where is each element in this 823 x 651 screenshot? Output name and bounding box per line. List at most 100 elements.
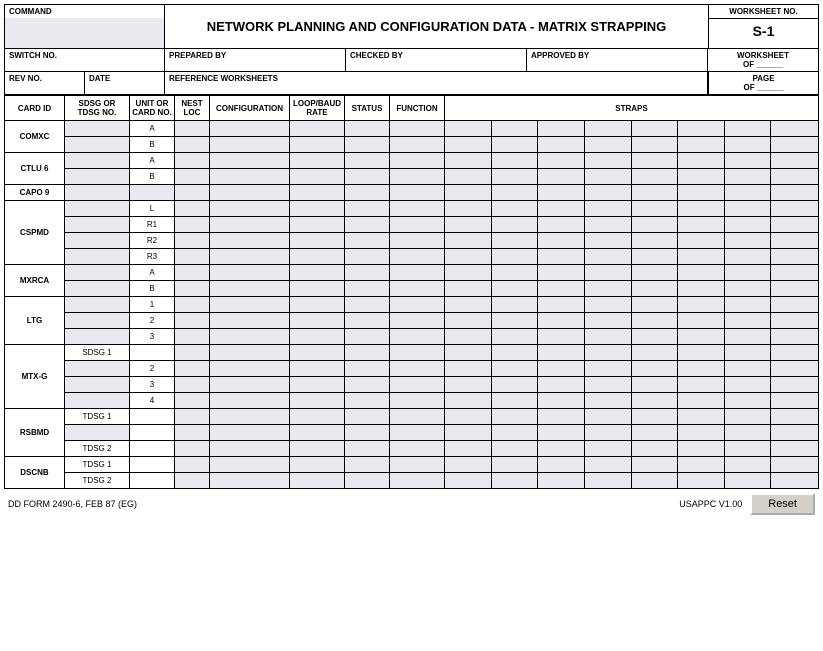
strap6	[678, 441, 725, 457]
card-id-cell: CSPMD	[5, 201, 65, 265]
strap3	[538, 169, 585, 185]
strap7	[724, 313, 771, 329]
sdsg-sub-cell: SDSG 1	[65, 345, 130, 361]
function-cell	[390, 377, 445, 393]
strap8	[771, 169, 819, 185]
strap1	[445, 265, 492, 281]
loop-cell	[290, 313, 345, 329]
reset-button[interactable]: Reset	[750, 493, 815, 515]
table-row: R3	[5, 249, 819, 265]
config-cell	[210, 457, 290, 473]
header-config: CONFIGURATION	[210, 96, 290, 121]
strap7	[724, 297, 771, 313]
strap8	[771, 425, 819, 441]
table-row: MTX-G SDSG 1	[5, 345, 819, 361]
nest-cell	[175, 345, 210, 361]
strap1	[445, 457, 492, 473]
strap2	[491, 345, 538, 361]
nest-cell	[175, 249, 210, 265]
table-row: DSCNB TDSG 1	[5, 457, 819, 473]
strap6	[678, 457, 725, 473]
strap8	[771, 345, 819, 361]
function-cell	[390, 201, 445, 217]
table-row: R1	[5, 217, 819, 233]
nest-cell	[175, 265, 210, 281]
strap7	[724, 249, 771, 265]
unit-sub-cell	[130, 425, 175, 441]
strap4	[584, 281, 631, 297]
strap1	[445, 473, 492, 489]
status-cell	[345, 313, 390, 329]
strap8	[771, 265, 819, 281]
strap3	[538, 297, 585, 313]
status-cell	[345, 457, 390, 473]
status-cell	[345, 473, 390, 489]
strap5	[631, 185, 678, 201]
config-cell	[210, 233, 290, 249]
strap2	[491, 473, 538, 489]
config-cell	[210, 377, 290, 393]
sdsg-sub-cell	[65, 329, 130, 345]
footer: DD FORM 2490-6, FEB 87 (EG) USAPPC V1.00…	[4, 491, 819, 517]
strap8	[771, 393, 819, 409]
card-id-cell: DSCNB	[5, 457, 65, 489]
strap4	[584, 121, 631, 137]
strap7	[724, 473, 771, 489]
config-cell	[210, 281, 290, 297]
nest-cell	[175, 201, 210, 217]
status-cell	[345, 137, 390, 153]
sdsg-sub-cell	[65, 217, 130, 233]
third-row: REV NO. DATE REFERENCE WORKSHEETS PAGEOF…	[4, 72, 819, 95]
strap1	[445, 361, 492, 377]
function-cell	[390, 281, 445, 297]
header-straps: STRAPS	[445, 96, 819, 121]
strap3	[538, 185, 585, 201]
strap2	[491, 361, 538, 377]
table-row: MXRCA A	[5, 265, 819, 281]
config-cell	[210, 313, 290, 329]
strap3	[538, 425, 585, 441]
loop-cell	[290, 409, 345, 425]
strap4	[584, 425, 631, 441]
strap7	[724, 281, 771, 297]
strap6	[678, 473, 725, 489]
strap6	[678, 409, 725, 425]
card-id-cell: CTLU 6	[5, 153, 65, 185]
function-cell	[390, 329, 445, 345]
header-status: STATUS	[345, 96, 390, 121]
function-cell	[390, 457, 445, 473]
loop-cell	[290, 153, 345, 169]
function-cell	[390, 313, 445, 329]
unit-sub-cell: 3	[130, 377, 175, 393]
strap6	[678, 201, 725, 217]
function-cell	[390, 185, 445, 201]
unit-sub-cell	[130, 409, 175, 425]
loop-cell	[290, 457, 345, 473]
status-cell	[345, 425, 390, 441]
loop-cell	[290, 441, 345, 457]
nest-cell	[175, 121, 210, 137]
table-row: R2	[5, 233, 819, 249]
function-cell	[390, 345, 445, 361]
loop-cell	[290, 249, 345, 265]
strap1	[445, 201, 492, 217]
sdsg-sub-cell	[65, 153, 130, 169]
strap7	[724, 425, 771, 441]
strap8	[771, 297, 819, 313]
strap2	[491, 217, 538, 233]
status-cell	[345, 233, 390, 249]
loop-cell	[290, 297, 345, 313]
header-loop: LOOP/BAUDRATE	[290, 96, 345, 121]
config-cell	[210, 361, 290, 377]
unit-sub-cell: 2	[130, 313, 175, 329]
sdsg-sub-cell	[65, 425, 130, 441]
card-id-cell: CAPO 9	[5, 185, 65, 201]
nest-cell	[175, 313, 210, 329]
strap3	[538, 201, 585, 217]
status-cell	[345, 393, 390, 409]
strap1	[445, 393, 492, 409]
command-label: COMMAND	[5, 5, 164, 18]
loop-cell	[290, 425, 345, 441]
strap8	[771, 361, 819, 377]
sdsg-sub-cell	[65, 233, 130, 249]
